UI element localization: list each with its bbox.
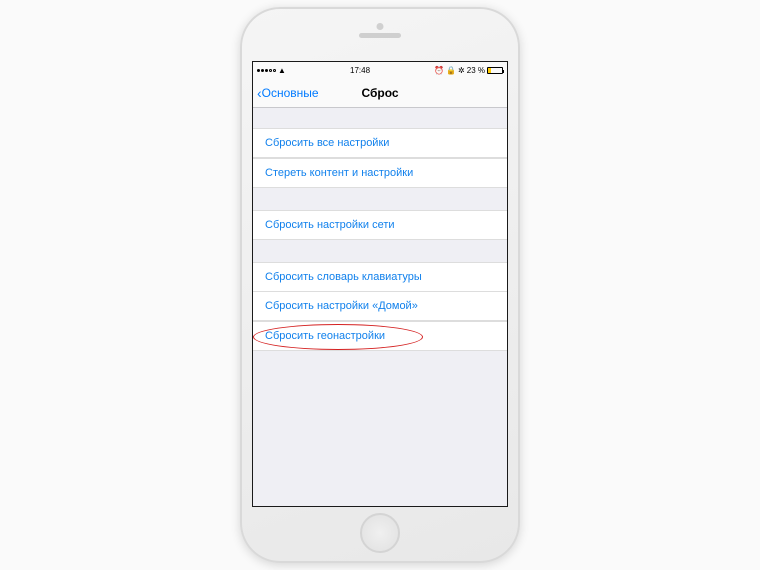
phone-camera — [377, 23, 384, 30]
reset-home-layout[interactable]: Сбросить настройки «Домой» — [253, 291, 507, 321]
home-button[interactable] — [360, 513, 400, 553]
alarm-icon: ⏰ — [434, 66, 444, 75]
settings-group: Сбросить словарь клавиатуры Сбросить нас… — [253, 262, 507, 351]
row-label: Сбросить все настройки — [265, 137, 389, 149]
screen: ▲ 17:48 ⏰ 🔒 ✲ 23 % ‹ Основные Сброс Сбро… — [252, 61, 508, 507]
settings-group: Сбросить настройки сети — [253, 210, 507, 240]
reset-network-settings[interactable]: Сбросить настройки сети — [253, 210, 507, 240]
lock-icon: 🔒 — [446, 66, 456, 75]
wifi-icon: ▲ — [278, 66, 286, 75]
content: Сбросить все настройки Стереть контент и… — [253, 108, 507, 351]
nav-bar: ‹ Основные Сброс — [253, 78, 507, 108]
bluetooth-icon: ✲ — [458, 66, 465, 75]
row-label: Сбросить настройки сети — [265, 219, 395, 231]
reset-all-settings[interactable]: Сбросить все настройки — [253, 128, 507, 158]
phone-speaker — [359, 33, 401, 38]
battery-pct: 23 % — [467, 66, 485, 75]
settings-group: Сбросить все настройки Стереть контент и… — [253, 128, 507, 188]
battery-icon — [487, 67, 503, 74]
status-bar: ▲ 17:48 ⏰ 🔒 ✲ 23 % — [253, 62, 507, 78]
reset-keyboard-dictionary[interactable]: Сбросить словарь клавиатуры — [253, 262, 507, 292]
row-label: Сбросить настройки «Домой» — [265, 300, 418, 312]
page-title: Сброс — [253, 86, 507, 100]
erase-content-and-settings[interactable]: Стереть контент и настройки — [253, 158, 507, 188]
phone-frame: ▲ 17:48 ⏰ 🔒 ✲ 23 % ‹ Основные Сброс Сбро… — [240, 7, 520, 563]
row-label: Сбросить словарь клавиатуры — [265, 271, 422, 283]
reset-location-privacy[interactable]: Сбросить геонастройки — [253, 321, 507, 351]
status-time: 17:48 — [350, 66, 370, 75]
row-label: Сбросить геонастройки — [265, 330, 385, 342]
signal-icon — [257, 69, 276, 72]
row-label: Стереть контент и настройки — [265, 167, 413, 179]
